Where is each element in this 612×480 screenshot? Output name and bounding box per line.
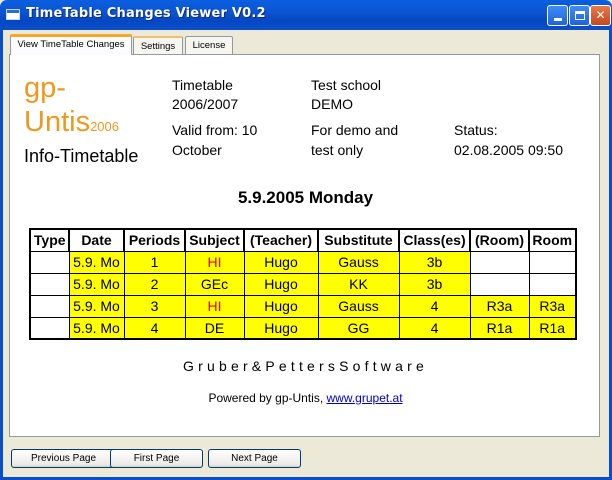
maximize-icon [574, 11, 585, 20]
column-header-classes: Class(es) [398, 228, 471, 252]
title-bar[interactable]: TimeTable Changes Viewer V0.2 ✕ [0, 0, 612, 30]
column-header-teacher: (Teacher) [243, 228, 319, 252]
cell-period: 2 [123, 272, 186, 296]
demo-note-line2: test only [311, 142, 364, 158]
next-page-button[interactable]: Next Page [208, 449, 301, 468]
demo-note-line1: For demo and [311, 122, 399, 138]
table-row: 5.9. Mo 2 GEc Hugo KK 3b [29, 272, 577, 296]
column-header-date: Date [68, 228, 125, 252]
cell-room-old [469, 272, 530, 296]
tab-panel: gp- Untis2006 Info-Timetable Timetable 2… [9, 54, 600, 437]
cell-teacher: Hugo [243, 250, 319, 274]
cell-room [528, 250, 577, 274]
table-row: 5.9. Mo 4 DE Hugo GG 4 R1a R1a [29, 316, 577, 340]
cell-substitute: GG [317, 316, 400, 340]
minimize-icon [553, 18, 562, 21]
window-frame-left [0, 30, 3, 480]
grupet-link[interactable]: www.grupet.at [327, 391, 403, 405]
status-label: Status: [454, 122, 498, 138]
close-icon: ✕ [595, 8, 606, 22]
first-page-button[interactable]: First Page [110, 449, 203, 468]
school-code: DEMO [311, 96, 353, 112]
cell-type [29, 250, 70, 274]
cell-date: 5.9. Mo [68, 294, 125, 318]
cell-date: 5.9. Mo [68, 316, 125, 340]
cell-room [528, 272, 577, 296]
cell-subject: DE [184, 316, 245, 340]
column-header-room: Room [528, 228, 577, 252]
tab-license[interactable]: License [185, 36, 233, 54]
cell-teacher: Hugo [243, 294, 319, 318]
logo-untis: Untis2006 [24, 107, 119, 142]
date-heading: 5.9.2005 Monday [237, 188, 374, 207]
table-header-row: Type Date Periods Subject (Teacher) Subs… [29, 228, 577, 252]
column-header-type: Type [29, 228, 70, 252]
cell-room-old: R3a [469, 294, 530, 318]
app-window-icon [6, 9, 20, 20]
cell-substitute: Gauss [317, 250, 400, 274]
logo-gp: gp- [24, 72, 66, 104]
window-title: TimeTable Changes Viewer V0.2 [26, 6, 266, 21]
column-header-subject: Subject [184, 228, 245, 252]
cell-period: 4 [123, 316, 186, 340]
status-value: 02.08.2005 09:50 [454, 142, 563, 158]
cell-substitute: KK [317, 272, 400, 296]
timetable-label: Timetable [172, 77, 233, 93]
cell-substitute: Gauss [317, 294, 400, 318]
logo-year: 2006 [90, 119, 119, 134]
close-button[interactable]: ✕ [590, 5, 611, 26]
column-header-periods: Periods [123, 228, 186, 252]
tab-view-timetable-changes[interactable]: View TimeTable Changes [10, 34, 132, 55]
valid-from-month: October [172, 142, 222, 158]
column-header-substitute: Substitute [317, 228, 400, 252]
cell-room: R3a [528, 294, 577, 318]
powered-by-line: Powered by gp-Untis, www.grupet.at [10, 391, 601, 405]
cell-room-old [469, 250, 530, 274]
timetable-year: 2006/2007 [172, 96, 239, 112]
table-row: 5.9. Mo 1 HI Hugo Gauss 3b [29, 250, 577, 274]
logo-untis-text: Untis [24, 106, 91, 138]
cell-subject: HI [184, 294, 245, 318]
minimize-button[interactable] [547, 5, 568, 26]
cell-type [29, 316, 70, 340]
cell-teacher: Hugo [243, 272, 319, 296]
maximize-button[interactable] [569, 5, 590, 26]
cell-date: 5.9. Mo [68, 272, 125, 296]
powered-by-text: Powered by gp-Untis, [208, 391, 327, 405]
cell-type [29, 294, 70, 318]
table-row: 5.9. Mo 3 HI Hugo Gauss 4 R3a R3a [29, 294, 577, 318]
logo-info-timetable: Info-Timetable [24, 146, 139, 166]
cell-period: 3 [123, 294, 186, 318]
company-name: Gruber&PettersSoftware [183, 358, 428, 374]
cell-date: 5.9. Mo [68, 250, 125, 274]
cell-classes: 3b [398, 272, 471, 296]
cell-teacher: Hugo [243, 316, 319, 340]
cell-classes: 4 [398, 294, 471, 318]
cell-room: R1a [528, 316, 577, 340]
timetable-changes-table: Type Date Periods Subject (Teacher) Subs… [29, 228, 577, 340]
cell-period: 1 [123, 250, 186, 274]
cell-subject: GEc [184, 272, 245, 296]
cell-subject: HI [184, 250, 245, 274]
cell-classes: 4 [398, 316, 471, 340]
school-name: Test school [311, 77, 382, 93]
valid-from-label: Valid from: 10 [172, 122, 258, 138]
cell-type [29, 272, 70, 296]
column-header-room-old: (Room) [469, 228, 530, 252]
cell-classes: 3b [398, 250, 471, 274]
previous-page-button[interactable]: Previous Page [11, 449, 116, 468]
cell-room-old: R1a [469, 316, 530, 340]
tab-settings[interactable]: Settings [133, 36, 183, 54]
